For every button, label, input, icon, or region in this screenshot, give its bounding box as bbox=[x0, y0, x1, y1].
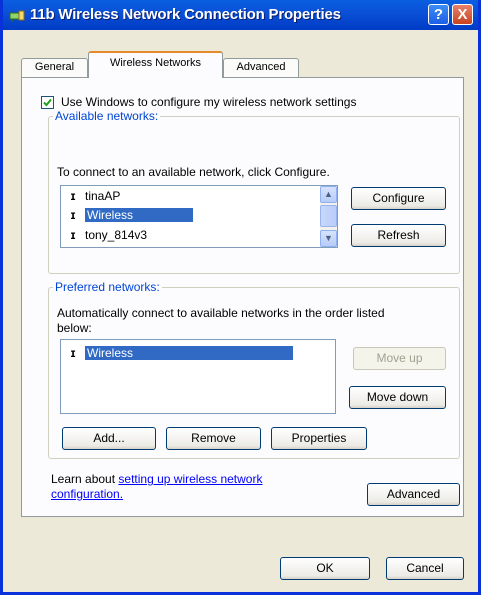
tab-advanced[interactable]: Advanced bbox=[223, 58, 299, 77]
available-networks-legend: Available networks: bbox=[53, 109, 161, 123]
antenna-icon: ɪ bbox=[70, 208, 76, 222]
list-item[interactable]: ɪ tinaAP bbox=[67, 187, 121, 205]
tab-general[interactable]: General bbox=[21, 58, 88, 77]
antenna-icon: ɪ bbox=[70, 189, 76, 203]
use-windows-checkbox[interactable] bbox=[41, 96, 54, 109]
advanced-button[interactable]: Advanced bbox=[367, 483, 460, 506]
ok-button[interactable]: OK bbox=[280, 557, 370, 580]
scroll-down-icon[interactable]: ▼ bbox=[320, 230, 337, 247]
setup-wireless-link-continued[interactable]: configuration. bbox=[51, 487, 123, 501]
help-button[interactable]: ? bbox=[428, 4, 449, 25]
move-down-button[interactable]: Move down bbox=[349, 386, 446, 409]
list-item[interactable]: ɪ tony_814v3 bbox=[67, 226, 148, 244]
network-connection-icon bbox=[9, 10, 25, 22]
learn-about-prefix: Learn about bbox=[51, 472, 116, 486]
antenna-icon: ɪ bbox=[70, 228, 76, 242]
window-title: 11b Wireless Network Connection Properti… bbox=[30, 6, 341, 23]
preferred-networks-legend: Preferred networks: bbox=[53, 280, 162, 294]
scroll-thumb[interactable] bbox=[320, 205, 337, 227]
move-up-button[interactable]: Move up bbox=[353, 347, 446, 370]
add-button[interactable]: Add... bbox=[62, 427, 156, 450]
antenna-icon: ɪ bbox=[70, 346, 76, 360]
scroll-up-icon[interactable]: ▲ bbox=[320, 186, 337, 203]
cancel-button[interactable]: Cancel bbox=[386, 557, 464, 580]
properties-button[interactable]: Properties bbox=[271, 427, 367, 450]
learn-about-text: Learn about setting up wireless network bbox=[51, 472, 262, 486]
tab-wireless-networks[interactable]: Wireless Networks bbox=[88, 51, 223, 78]
setup-wireless-link[interactable]: setting up wireless network bbox=[118, 472, 262, 486]
title-bar[interactable]: 11b Wireless Network Connection Properti… bbox=[3, 0, 478, 30]
available-networks-list[interactable]: ɪ tinaAP ɪ Wireless ɪ tony_814v3 ▲ ▼ bbox=[60, 185, 338, 248]
remove-button[interactable]: Remove bbox=[166, 427, 261, 450]
available-instruction: To connect to an available network, clic… bbox=[57, 165, 330, 179]
refresh-button[interactable]: Refresh bbox=[351, 224, 446, 247]
use-windows-label: Use Windows to configure my wireless net… bbox=[61, 95, 357, 109]
list-scrollbar[interactable]: ▲ ▼ bbox=[320, 186, 337, 247]
close-button[interactable]: X bbox=[452, 4, 473, 25]
properties-dialog: 11b Wireless Network Connection Properti… bbox=[0, 0, 481, 595]
list-item-selected[interactable]: ɪ Wireless bbox=[67, 206, 194, 224]
preferred-instruction-line1: Automatically connect to available netwo… bbox=[57, 306, 385, 320]
configure-button[interactable]: Configure bbox=[351, 187, 446, 210]
list-item-selected[interactable]: ɪ Wireless bbox=[67, 344, 294, 362]
preferred-instruction-line2: below: bbox=[57, 321, 92, 335]
checkmark-icon bbox=[43, 98, 52, 107]
preferred-networks-list[interactable]: ɪ Wireless bbox=[60, 339, 336, 414]
